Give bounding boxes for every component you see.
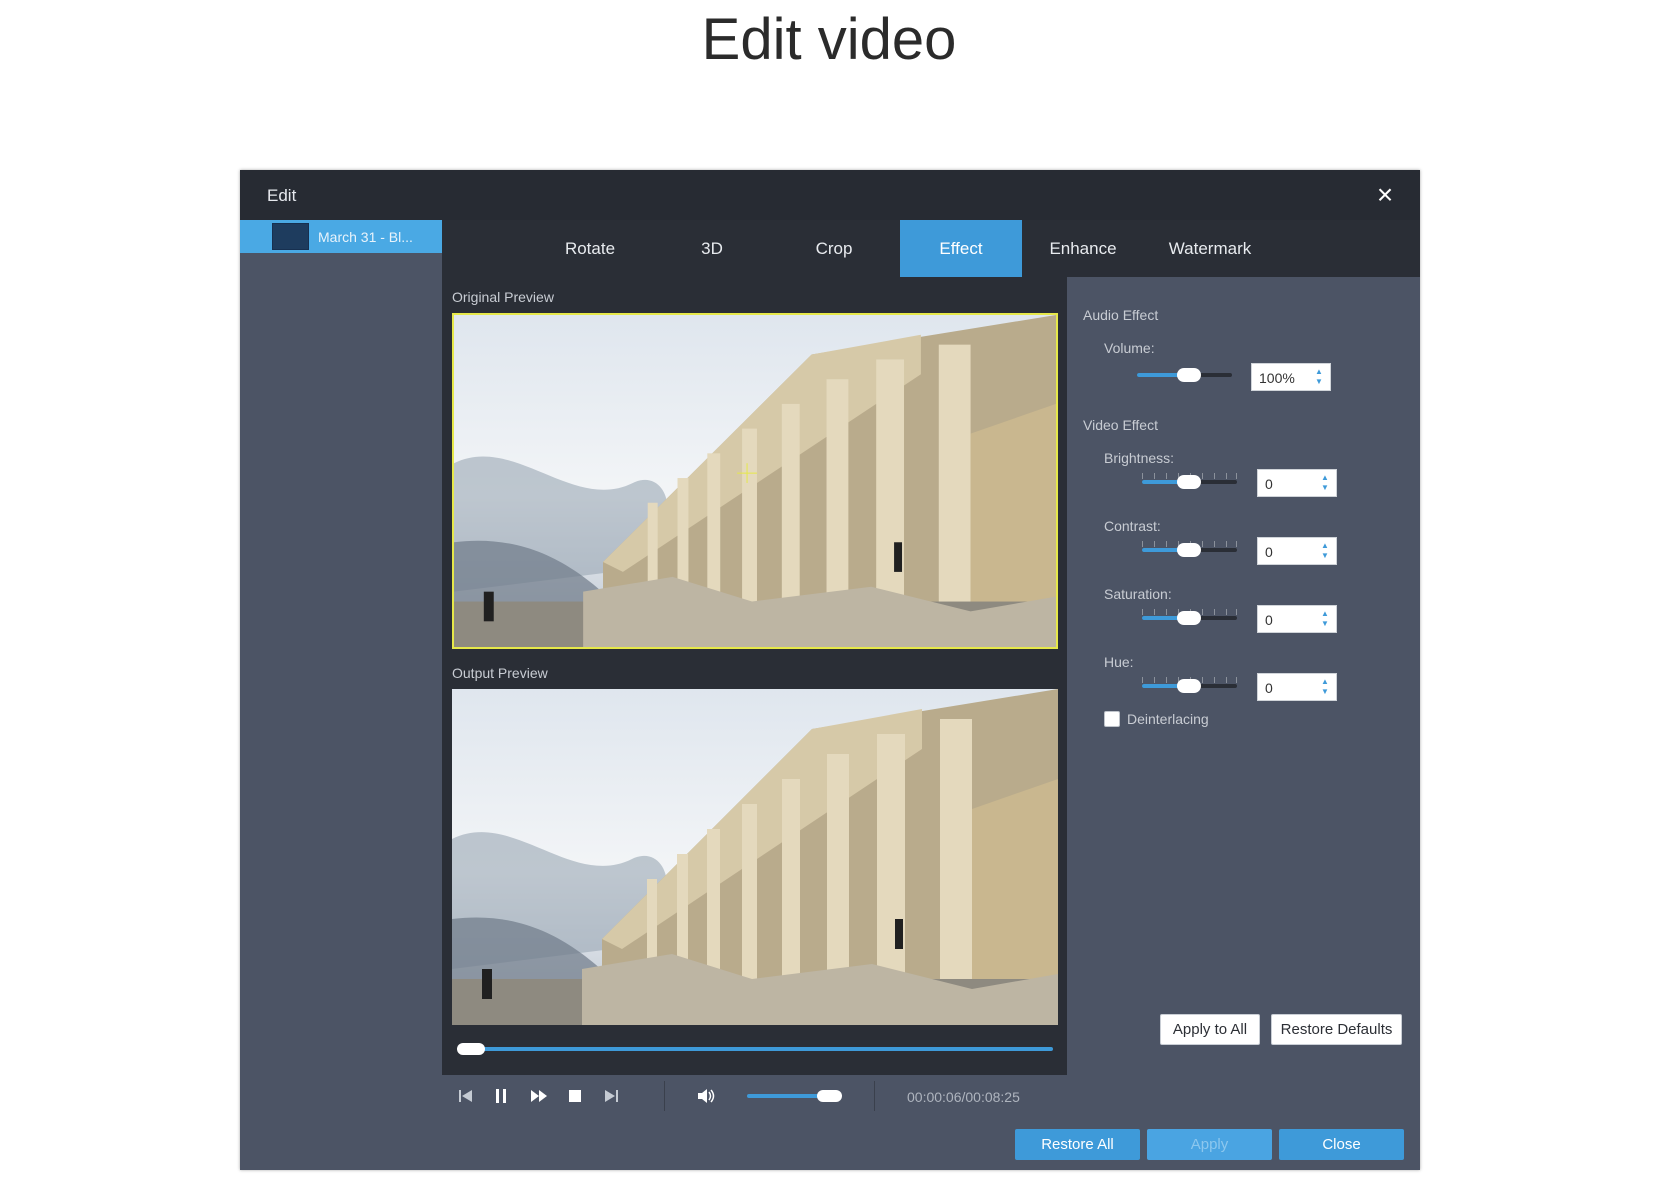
playback-controls: 00:00:06/00:08:25: [442, 1075, 1067, 1117]
spin-arrows-icon[interactable]: ▲ ▼: [1320, 541, 1330, 561]
controls-divider: [664, 1081, 665, 1111]
next-icon[interactable]: [600, 1085, 622, 1107]
tab-rotate[interactable]: Rotate: [524, 220, 656, 277]
spin-arrows-icon[interactable]: ▲ ▼: [1320, 677, 1330, 697]
output-preview: [452, 689, 1058, 1025]
output-preview-image: [452, 689, 1058, 1025]
tab-effect[interactable]: Effect: [900, 220, 1022, 277]
volume-effect-slider[interactable]: [1137, 368, 1232, 382]
video-effect-title: Video Effect: [1083, 417, 1158, 433]
spin-arrows-icon[interactable]: ▲ ▼: [1320, 473, 1330, 493]
video-thumbnail: [272, 223, 309, 250]
fast-forward-icon[interactable]: [528, 1085, 550, 1107]
spin-arrows-icon[interactable]: ▲ ▼: [1320, 609, 1330, 629]
pause-icon[interactable]: [490, 1085, 512, 1107]
audio-effect-title: Audio Effect: [1083, 307, 1159, 323]
contrast-spinbox[interactable]: 0 ▲ ▼: [1257, 537, 1337, 565]
tab-3d[interactable]: 3D: [656, 220, 768, 277]
output-preview-label: Output Preview: [452, 665, 548, 681]
deinterlacing-checkbox[interactable]: [1104, 711, 1120, 727]
brightness-spinbox[interactable]: 0 ▲ ▼: [1257, 469, 1337, 497]
brightness-slider[interactable]: [1142, 475, 1237, 489]
seek-track[interactable]: [469, 1047, 1053, 1051]
effect-panel: Audio Effect Volume: 100% ▲ ▼ Video Effec…: [1067, 277, 1420, 1117]
close-button[interactable]: Close: [1279, 1129, 1404, 1160]
file-sidebar: March 31 - Bl...: [240, 220, 442, 1170]
footer-bar: Restore All Apply Close: [442, 1117, 1420, 1170]
hue-slider[interactable]: [1142, 679, 1237, 693]
restore-all-button[interactable]: Restore All: [1015, 1129, 1140, 1160]
tab-enhance[interactable]: Enhance: [1022, 220, 1144, 277]
restore-defaults-button[interactable]: Restore Defaults: [1271, 1014, 1402, 1045]
saturation-label: Saturation:: [1104, 586, 1172, 602]
spin-arrows-icon[interactable]: ▲ ▼: [1314, 367, 1324, 387]
volume-slider-handle[interactable]: [817, 1090, 842, 1102]
previous-icon[interactable]: [455, 1085, 477, 1107]
contrast-slider[interactable]: [1142, 543, 1237, 557]
deinterlacing-label: Deinterlacing: [1127, 711, 1209, 727]
hue-label: Hue:: [1104, 654, 1134, 670]
close-icon[interactable]: ×: [1370, 180, 1400, 210]
original-preview-label: Original Preview: [452, 289, 554, 305]
controls-divider: [874, 1081, 875, 1111]
file-name: March 31 - Bl...: [318, 229, 413, 245]
tab-crop[interactable]: Crop: [768, 220, 900, 277]
stop-icon[interactable]: [564, 1085, 586, 1107]
seek-handle[interactable]: [457, 1043, 485, 1055]
original-preview[interactable]: [452, 313, 1058, 649]
timecode: 00:00:06/00:08:25: [907, 1089, 1020, 1105]
tab-bar: Rotate 3D Crop Effect Enhance Watermark: [442, 220, 1420, 277]
contrast-label: Contrast:: [1104, 518, 1161, 534]
seek-bar[interactable]: [457, 1043, 1057, 1055]
tab-watermark[interactable]: Watermark: [1144, 220, 1276, 277]
file-list-item[interactable]: March 31 - Bl...: [240, 220, 442, 253]
page-heading: Edit video: [701, 7, 957, 72]
hue-spinbox[interactable]: 0 ▲ ▼: [1257, 673, 1337, 701]
titlebar: Edit ×: [240, 170, 1420, 220]
apply-to-all-button[interactable]: Apply to All: [1160, 1014, 1260, 1045]
original-preview-image: [454, 315, 1056, 647]
volume-spinbox[interactable]: 100% ▲ ▼: [1251, 363, 1331, 391]
volume-icon[interactable]: [695, 1085, 717, 1107]
brightness-label: Brightness:: [1104, 450, 1175, 466]
volume-label: Volume:: [1104, 340, 1155, 356]
edit-window: Edit × March 31 - Bl... Rotate 3D Crop E…: [240, 170, 1420, 1170]
preview-area: Original Preview Output Preview: [442, 277, 1067, 1075]
apply-button[interactable]: Apply: [1147, 1129, 1272, 1160]
window-title: Edit: [267, 186, 297, 205]
saturation-spinbox[interactable]: 0 ▲ ▼: [1257, 605, 1337, 633]
saturation-slider[interactable]: [1142, 611, 1237, 625]
